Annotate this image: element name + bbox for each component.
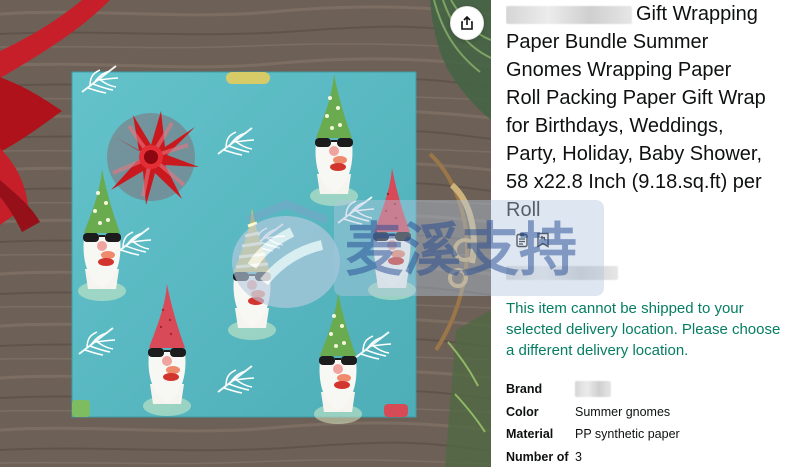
spec-row-color: Color Summer gnomes [506, 401, 794, 424]
product-title-line-4: Roll Packing Paper Gift Wrap [506, 87, 766, 109]
product-details: Gift Wrapping Paper Bundle Summer Gnomes… [506, 0, 794, 467]
spec-row-number-of: Number of 3 [506, 446, 794, 467]
product-title-line-8: Roll [506, 199, 541, 221]
spec-label-brand: Brand [506, 382, 543, 397]
product-title-line-1: Gift Wrapping [506, 0, 794, 28]
product-image[interactable] [0, 0, 491, 467]
product-title-line-2: Paper Bundle Summer [506, 31, 709, 53]
product-detail-screen: Gift Wrapping Paper Bundle Summer Gnomes… [0, 0, 800, 467]
product-title: Gift Wrapping Paper Bundle Summer Gnomes… [506, 0, 794, 224]
return-bookmark-icon[interactable] [535, 232, 551, 248]
spec-row-brand: Brand [506, 378, 794, 401]
spec-value-brand [575, 381, 611, 398]
redacted-rating [506, 266, 618, 280]
spec-value-color: Summer gnomes [575, 404, 671, 419]
product-title-line-3: Gnomes Wrapping Paper [506, 59, 732, 81]
product-action-icons [514, 232, 551, 248]
share-icon [461, 15, 473, 30]
redacted-brand-text [506, 5, 632, 24]
spec-label-number-of: Number of [506, 449, 569, 464]
spec-label-material: Material [506, 427, 554, 442]
wrapping-paper-illustration [0, 0, 491, 467]
spec-value-material: PP synthetic paper [575, 427, 680, 442]
shipping-warning: This item cannot be shipped to your sele… [506, 300, 781, 359]
product-title-line-6: Party, Holiday, Baby Shower, [506, 143, 763, 165]
share-button[interactable] [450, 6, 484, 40]
product-title-line-5: for Birthdays, Weddings, [506, 115, 724, 137]
clipboard-icon[interactable] [514, 232, 530, 248]
spec-value-number-of: 3 [575, 449, 582, 464]
product-specs-table: Brand Color Summer gnomes Material PP sy… [506, 378, 794, 467]
product-title-text-1: Gift Wrapping [636, 3, 758, 25]
spec-label-color: Color [506, 404, 539, 419]
spec-row-material: Material PP synthetic paper [506, 423, 794, 446]
redacted-brand-value [575, 381, 611, 398]
product-title-line-7: 58 x22.8 Inch (9.18.sq.ft) per [506, 171, 762, 193]
